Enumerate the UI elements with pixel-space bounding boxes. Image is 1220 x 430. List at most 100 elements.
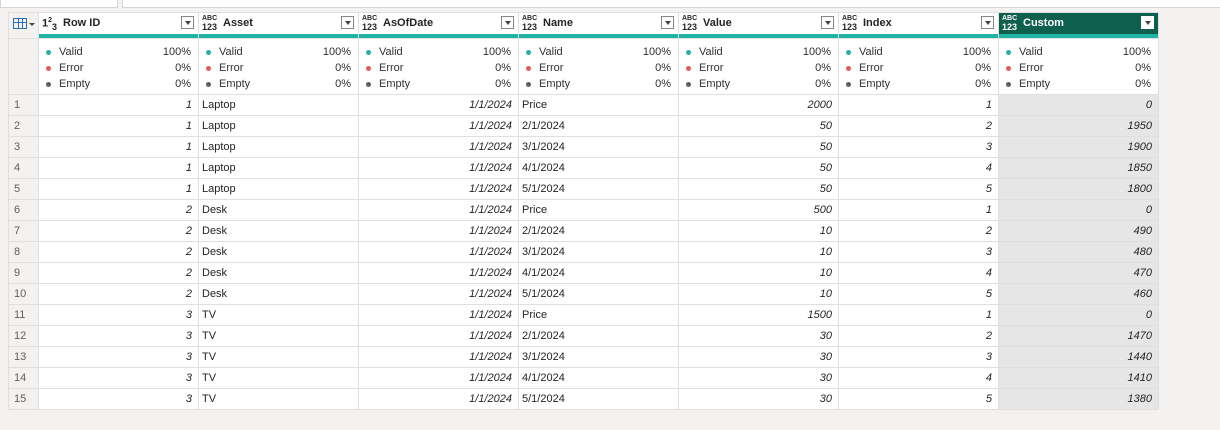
filter-dropdown-icon[interactable]: [501, 16, 514, 29]
table-cell[interactable]: 1/1/2024: [358, 178, 519, 200]
table-cell[interactable]: Desk: [198, 220, 359, 242]
table-cell[interactable]: 5: [838, 178, 999, 200]
column-header-name[interactable]: ABC 123 Name: [518, 12, 679, 34]
table-cell[interactable]: 10: [678, 220, 839, 242]
table-cell[interactable]: 2: [38, 220, 199, 242]
table-cell[interactable]: 4/1/2024: [518, 262, 679, 284]
table-cell[interactable]: 1500: [678, 304, 839, 326]
row-number[interactable]: 14: [8, 367, 39, 389]
table-cell[interactable]: 50: [678, 157, 839, 179]
table-cell[interactable]: Desk: [198, 262, 359, 284]
table-cell[interactable]: 1/1/2024: [358, 304, 519, 326]
table-cell[interactable]: 1850: [998, 157, 1159, 179]
table-cell[interactable]: 1: [38, 94, 199, 116]
any-type-icon[interactable]: ABC 123: [682, 15, 700, 32]
table-cell[interactable]: 1/1/2024: [358, 367, 519, 389]
column-header-asofdate[interactable]: ABC 123 AsOfDate: [358, 12, 519, 34]
table-cell[interactable]: 500: [678, 199, 839, 221]
table-menu-button[interactable]: [8, 12, 39, 34]
column-header-custom[interactable]: ABC 123 Custom: [998, 12, 1159, 34]
table-cell[interactable]: 3/1/2024: [518, 346, 679, 368]
table-cell[interactable]: 3: [838, 136, 999, 158]
any-type-icon[interactable]: ABC 123: [362, 15, 380, 32]
table-cell[interactable]: 30: [678, 367, 839, 389]
any-type-icon[interactable]: ABC 123: [202, 15, 220, 32]
row-number[interactable]: 13: [8, 346, 39, 368]
any-type-icon[interactable]: ABC 123: [842, 15, 860, 32]
any-type-icon[interactable]: ABC 123: [1002, 15, 1020, 32]
column-header-asset[interactable]: ABC 123 Asset: [198, 12, 359, 34]
table-cell[interactable]: 5/1/2024: [518, 283, 679, 305]
filter-dropdown-icon[interactable]: [981, 16, 994, 29]
column-header-value[interactable]: ABC 123 Value: [678, 12, 839, 34]
table-cell[interactable]: 5: [838, 388, 999, 410]
table-cell[interactable]: 1: [38, 136, 199, 158]
table-cell[interactable]: 3: [38, 367, 199, 389]
table-cell[interactable]: 10: [678, 241, 839, 263]
table-cell[interactable]: 5: [838, 283, 999, 305]
table-cell[interactable]: 1800: [998, 178, 1159, 200]
table-cell[interactable]: 50: [678, 178, 839, 200]
any-type-icon[interactable]: ABC 123: [522, 15, 540, 32]
table-cell[interactable]: 2000: [678, 94, 839, 116]
column-header-row-id[interactable]: 123 Row ID: [38, 12, 199, 34]
table-cell[interactable]: 1/1/2024: [358, 136, 519, 158]
table-cell[interactable]: 470: [998, 262, 1159, 284]
row-number[interactable]: 5: [8, 178, 39, 200]
table-cell[interactable]: Desk: [198, 199, 359, 221]
row-number[interactable]: 1: [8, 94, 39, 116]
table-cell[interactable]: 0: [998, 304, 1159, 326]
table-cell[interactable]: 2: [38, 241, 199, 263]
table-cell[interactable]: 30: [678, 346, 839, 368]
table-cell[interactable]: TV: [198, 346, 359, 368]
table-cell[interactable]: 1: [38, 157, 199, 179]
row-number[interactable]: 8: [8, 241, 39, 263]
table-cell[interactable]: Laptop: [198, 94, 359, 116]
table-cell[interactable]: 1/1/2024: [358, 94, 519, 116]
whole-number-type-icon[interactable]: 123: [42, 17, 60, 34]
table-cell[interactable]: 30: [678, 325, 839, 347]
table-cell[interactable]: 1/1/2024: [358, 283, 519, 305]
table-cell[interactable]: 1/1/2024: [358, 325, 519, 347]
table-cell[interactable]: Laptop: [198, 178, 359, 200]
table-cell[interactable]: 460: [998, 283, 1159, 305]
table-cell[interactable]: 50: [678, 136, 839, 158]
table-cell[interactable]: Desk: [198, 283, 359, 305]
filter-dropdown-icon[interactable]: [1141, 16, 1154, 29]
row-number[interactable]: 10: [8, 283, 39, 305]
table-cell[interactable]: 4/1/2024: [518, 367, 679, 389]
table-cell[interactable]: TV: [198, 304, 359, 326]
column-header-index[interactable]: ABC 123 Index: [838, 12, 999, 34]
table-cell[interactable]: 2/1/2024: [518, 325, 679, 347]
table-cell[interactable]: 1/1/2024: [358, 157, 519, 179]
table-cell[interactable]: 1900: [998, 136, 1159, 158]
table-cell[interactable]: 3: [38, 388, 199, 410]
table-cell[interactable]: Price: [518, 304, 679, 326]
row-number[interactable]: 11: [8, 304, 39, 326]
table-cell[interactable]: 1/1/2024: [358, 388, 519, 410]
table-cell[interactable]: TV: [198, 367, 359, 389]
table-cell[interactable]: Price: [518, 199, 679, 221]
table-cell[interactable]: 1/1/2024: [358, 115, 519, 137]
row-number[interactable]: 15: [8, 388, 39, 410]
table-cell[interactable]: 3/1/2024: [518, 136, 679, 158]
table-cell[interactable]: 490: [998, 220, 1159, 242]
table-cell[interactable]: 1/1/2024: [358, 199, 519, 221]
table-cell[interactable]: 3: [38, 304, 199, 326]
filter-dropdown-icon[interactable]: [341, 16, 354, 29]
table-cell[interactable]: 2: [838, 325, 999, 347]
table-cell[interactable]: 4/1/2024: [518, 157, 679, 179]
table-cell[interactable]: Laptop: [198, 136, 359, 158]
table-cell[interactable]: 2/1/2024: [518, 220, 679, 242]
table-cell[interactable]: 50: [678, 115, 839, 137]
table-cell[interactable]: 10: [678, 283, 839, 305]
table-cell[interactable]: 1380: [998, 388, 1159, 410]
table-cell[interactable]: 1470: [998, 325, 1159, 347]
filter-dropdown-icon[interactable]: [661, 16, 674, 29]
table-cell[interactable]: 1: [838, 199, 999, 221]
table-cell[interactable]: Price: [518, 94, 679, 116]
table-cell[interactable]: 480: [998, 241, 1159, 263]
table-cell[interactable]: 0: [998, 94, 1159, 116]
row-number[interactable]: 12: [8, 325, 39, 347]
table-cell[interactable]: 1/1/2024: [358, 220, 519, 242]
